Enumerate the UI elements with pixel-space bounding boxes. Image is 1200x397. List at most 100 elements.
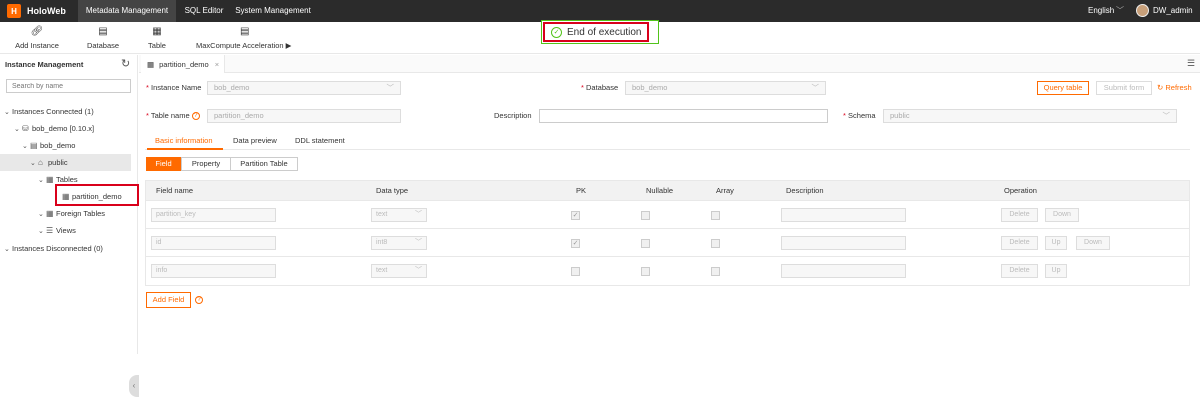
tree-label: Instances Disconnected (0) <box>12 244 103 253</box>
instance-icon: ⛁ <box>22 124 29 133</box>
down-button[interactable]: Down <box>1076 236 1110 250</box>
delete-button[interactable]: Delete <box>1001 208 1038 222</box>
foreign-table-icon: ▦ <box>46 209 54 218</box>
array-checkbox[interactable] <box>711 267 720 276</box>
schema-select[interactable]: public ﹀ <box>883 109 1177 123</box>
tree-database-bob-demo[interactable]: ⌄ ▤ bob_demo <box>22 137 75 154</box>
submit-form-button[interactable]: Submit form <box>1096 81 1152 95</box>
maxcompute-acceleration-label: MaxCompute Acceleration ▶ <box>196 41 292 50</box>
segment-partition-table[interactable]: Partition Table <box>230 157 298 171</box>
menu-icon[interactable]: ☰ <box>1187 58 1195 69</box>
tree-schema-public[interactable]: ⌄ ⌂ public <box>0 154 131 171</box>
database-button[interactable]: ▤ Database <box>86 26 120 50</box>
collapse-sidebar-handle[interactable]: ‹ <box>129 375 139 397</box>
tab-partition-demo[interactable]: ▦ partition_demo × <box>141 55 225 73</box>
user-name[interactable]: DW_admin <box>1153 0 1193 22</box>
database-icon: ▤ <box>30 141 38 150</box>
tree-views[interactable]: ⌄ ☰ Views <box>38 222 76 239</box>
chevron-down-icon[interactable]: ⌄ <box>22 138 30 155</box>
down-button[interactable]: Down <box>1045 208 1079 222</box>
field-name-input[interactable]: info <box>151 264 276 278</box>
maxcompute-acceleration-button[interactable]: ▤ MaxCompute Acceleration ▶ <box>196 26 296 50</box>
chevron-down-icon[interactable]: ﹀ <box>1116 0 1124 22</box>
chevron-down-icon[interactable]: ⌄ <box>38 206 46 223</box>
field-name-input[interactable]: id <box>151 236 276 250</box>
database-select[interactable]: bob_demo ﹀ <box>625 81 826 95</box>
chevron-down-icon[interactable]: ⌄ <box>30 155 38 172</box>
instance-name-text: Instance Name <box>151 83 202 92</box>
avatar[interactable] <box>1136 4 1149 17</box>
data-type-value: int8 <box>376 239 388 246</box>
array-checkbox[interactable] <box>711 211 720 220</box>
table-name-input[interactable]: partition_demo <box>207 109 401 123</box>
view-icon: ☰ <box>46 226 54 235</box>
up-button[interactable]: Up <box>1045 236 1067 250</box>
help-icon[interactable]: ? <box>195 296 203 304</box>
data-type-select[interactable]: text ﹀ <box>371 264 427 278</box>
logo[interactable]: H HoloWeb <box>0 0 78 22</box>
tree-foreign-tables[interactable]: ⌄ ▦ Foreign Tables <box>38 205 105 222</box>
search-input[interactable] <box>6 79 131 93</box>
close-icon[interactable]: × <box>215 60 219 69</box>
database-label: Database <box>86 41 120 50</box>
pk-checkbox[interactable] <box>571 267 580 276</box>
header-array: Array <box>716 186 734 195</box>
delete-button[interactable]: Delete <box>1001 236 1038 250</box>
schema-icon: ⌂ <box>38 158 43 167</box>
tree-label: Views <box>56 226 76 235</box>
data-type-select[interactable]: text ﹀ <box>371 208 427 222</box>
up-button[interactable]: Up <box>1045 264 1067 278</box>
refresh-icon: ↻ <box>1157 83 1164 92</box>
description-input[interactable] <box>539 109 828 123</box>
nullable-checkbox[interactable] <box>641 267 650 276</box>
instance-name-select[interactable]: bob_demo ﹀ <box>207 81 401 95</box>
toast-message: End of execution <box>567 26 642 38</box>
description-input[interactable] <box>781 208 906 222</box>
refresh-button[interactable]: ↻ Refresh <box>1157 81 1192 95</box>
language-selector[interactable]: English <box>1088 0 1114 22</box>
segment-property[interactable]: Property <box>181 157 231 171</box>
data-type-select[interactable]: int8 ﹀ <box>371 236 427 250</box>
description-label: Description <box>494 111 532 120</box>
tab-ddl-statement[interactable]: DDL statement <box>295 132 345 150</box>
tree-instance-bob-demo[interactable]: ⌄ ⛁ bob_demo [0.10.x] <box>14 120 94 137</box>
chevron-down-icon[interactable]: ⌄ <box>38 223 46 240</box>
nav-system-management[interactable]: System Management <box>232 0 314 22</box>
tree-label: bob_demo <box>40 141 76 150</box>
tree-instances-disconnected[interactable]: ⌄ Instances Disconnected (0) <box>4 240 103 257</box>
chevron-down-icon[interactable]: ⌄ <box>4 104 12 121</box>
header-operation: Operation <box>1004 186 1037 195</box>
nav-sql-editor[interactable]: SQL Editor <box>176 0 232 22</box>
segment-field[interactable]: Field <box>146 157 181 171</box>
add-instance-button[interactable]: 🔗︎ Add Instance <box>15 26 59 50</box>
pk-checkbox[interactable]: ✓ <box>571 211 580 220</box>
data-type-value: text <box>376 267 388 274</box>
tree-label: Instances Connected (1) <box>12 107 94 116</box>
table-button[interactable]: ▦ Table <box>145 26 169 50</box>
help-icon[interactable]: ? <box>191 112 200 121</box>
tree-label: Tables <box>56 175 78 184</box>
query-table-button[interactable]: Query table <box>1037 81 1089 95</box>
nullable-checkbox[interactable] <box>641 239 650 248</box>
tab-basic-information[interactable]: Basic information <box>147 132 223 150</box>
chevron-down-icon[interactable]: ⌄ <box>4 241 12 258</box>
check-circle-icon: ✓ <box>551 26 562 38</box>
nullable-checkbox[interactable] <box>641 211 650 220</box>
pk-checkbox[interactable]: ✓ <box>571 239 580 248</box>
refresh-icon[interactable]: ↻ <box>121 57 130 70</box>
tree-instances-connected[interactable]: ⌄ Instances Connected (1) <box>4 103 94 120</box>
sub-tab-bar: Basic information Data preview DDL state… <box>145 132 1190 150</box>
nav-metadata-management[interactable]: Metadata Management <box>78 0 176 22</box>
editor-tab-bar: ▦ partition_demo × <box>139 55 1200 73</box>
tab-data-preview[interactable]: Data preview <box>233 132 277 150</box>
field-name-input[interactable]: partition_key <box>151 208 276 222</box>
chevron-down-icon[interactable]: ⌄ <box>38 172 46 189</box>
description-input[interactable] <box>781 264 906 278</box>
array-checkbox[interactable] <box>711 239 720 248</box>
add-field-button[interactable]: Add Field <box>146 292 191 308</box>
delete-button[interactable]: Delete <box>1001 264 1038 278</box>
chevron-down-icon[interactable]: ⌄ <box>14 121 22 138</box>
data-type-value: text <box>376 211 388 218</box>
chevron-down-icon: ﹀ <box>1162 111 1171 120</box>
description-input[interactable] <box>781 236 906 250</box>
